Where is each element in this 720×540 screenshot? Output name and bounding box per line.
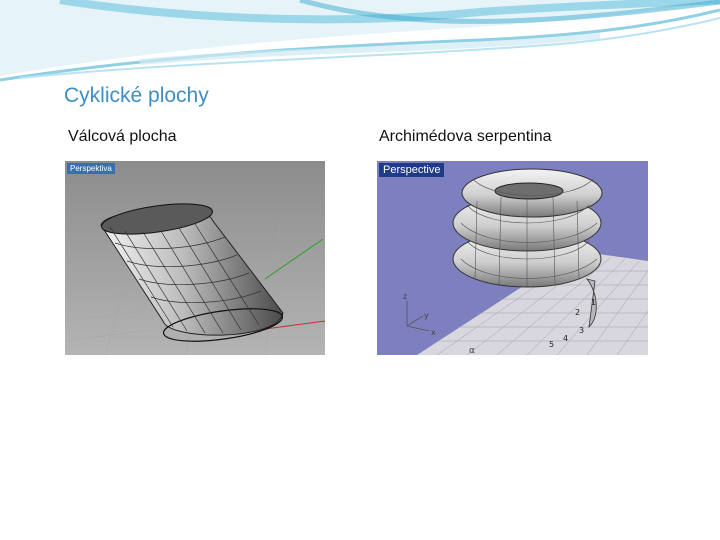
serpentine-render: z y x α 1 2 3 4 5 [377, 161, 648, 355]
cylinder-viewport: Perspektiva [65, 161, 325, 355]
axis-label-z: z [403, 292, 407, 301]
annotation-2: 2 [575, 308, 580, 317]
viewport-tag-left: Perspektiva [67, 163, 115, 174]
axis-label-x: x [431, 328, 436, 337]
caption-cylindrical-surface: Válcová plocha [68, 128, 177, 145]
annotation-5: 5 [549, 340, 554, 349]
cylinder-render [65, 161, 325, 355]
viewport-tag-right: Perspective [379, 163, 445, 177]
annotation-1: 1 [591, 298, 596, 307]
serpentine-viewport: z y x α 1 2 3 4 5 Perspective [377, 161, 648, 355]
annotation-3: 3 [579, 326, 584, 335]
annotation-4: 4 [563, 334, 568, 343]
caption-archimedes-serpentine: Archimédova serpentina [379, 128, 552, 145]
axis-label-y: y [424, 311, 429, 320]
header-banner [0, 0, 720, 82]
annotation-alpha: α [469, 346, 475, 355]
page-title: Cyklické plochy [64, 84, 209, 107]
